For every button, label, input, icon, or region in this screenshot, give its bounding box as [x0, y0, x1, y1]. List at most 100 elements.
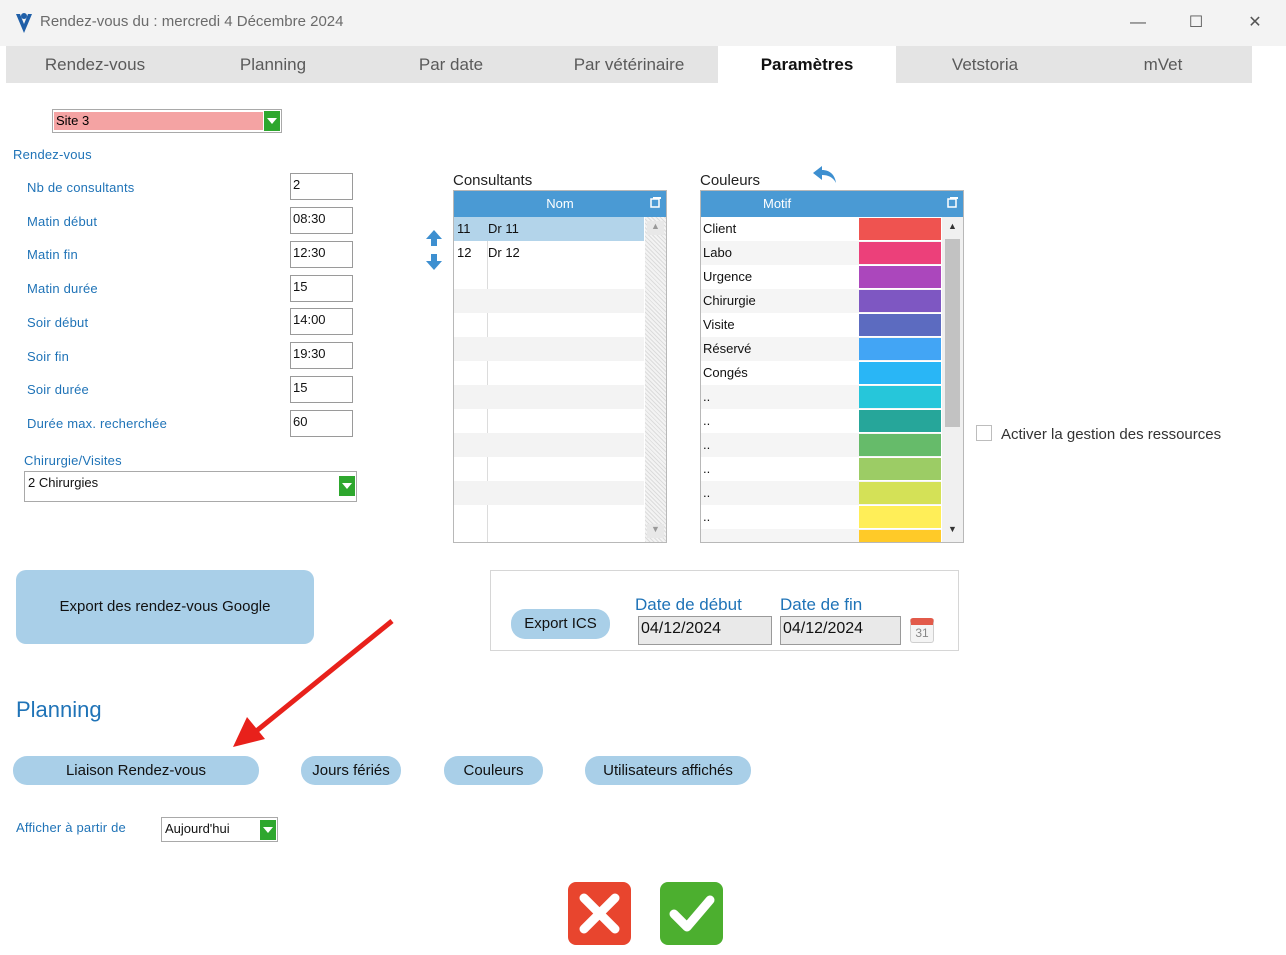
afficher-select[interactable]: Aujourd'hui: [161, 817, 278, 842]
color-swatch[interactable]: [859, 338, 941, 360]
date-fin-input[interactable]: 04/12/2024: [780, 616, 901, 645]
duree-max-label: Durée max. recherchée: [27, 416, 168, 431]
motif-label: Urgence: [703, 269, 753, 284]
jours-feries-button[interactable]: Jours fériés: [301, 756, 401, 785]
couleurs-scrollbar[interactable]: ▲ ▼: [942, 217, 963, 542]
scroll-down-icon[interactable]: ▼: [647, 524, 664, 538]
move-down-icon[interactable]: [424, 252, 444, 277]
tab-par-date[interactable]: Par date: [362, 46, 540, 83]
rendez-vous-section-label: Rendez-vous: [13, 147, 92, 162]
chevron-down-icon[interactable]: [260, 820, 276, 840]
list-item[interactable]: Urgence: [701, 265, 941, 289]
motif-label: Réservé: [703, 341, 752, 356]
ressources-checkbox[interactable]: [976, 425, 992, 441]
color-swatch[interactable]: [859, 242, 941, 264]
list-item[interactable]: Réservé: [701, 337, 941, 361]
motif-label: Chirurgie: [703, 293, 756, 308]
motif-label: Visite: [703, 317, 735, 332]
list-item[interactable]: [701, 529, 941, 542]
color-swatch[interactable]: [859, 386, 941, 408]
planning-section-title: Planning: [16, 697, 102, 722]
chevron-down-icon[interactable]: [339, 476, 355, 496]
motif-label: ..: [703, 389, 711, 404]
motif-column-header[interactable]: Motif: [763, 191, 791, 217]
tab-mvet[interactable]: mVet: [1074, 46, 1252, 83]
chirurgie-select[interactable]: 2 Chirurgies: [24, 471, 357, 502]
list-item[interactable]: ..: [701, 457, 941, 481]
afficher-value: Aujourd'hui: [165, 821, 230, 836]
tab-rendez-vous[interactable]: Rendez-vous: [6, 46, 184, 83]
list-item[interactable]: ..: [701, 481, 941, 505]
motif-label: ..: [703, 485, 711, 500]
color-swatch[interactable]: [859, 506, 941, 528]
minimize-button[interactable]: —: [1123, 10, 1153, 36]
scroll-up-icon[interactable]: ▲: [944, 221, 961, 235]
list-item[interactable]: Chirurgie: [701, 289, 941, 313]
soir-duree-input[interactable]: 15: [290, 376, 353, 403]
date-fin-label: Date de fin: [780, 595, 863, 614]
cancel-button[interactable]: [568, 882, 631, 945]
duree-max-input[interactable]: 60: [290, 410, 353, 437]
tab-parametres[interactable]: Paramètres: [718, 46, 896, 83]
color-swatch[interactable]: [859, 458, 941, 480]
matin-duree-input[interactable]: 15: [290, 275, 353, 302]
undo-icon[interactable]: [811, 163, 839, 190]
nb-consultants-label: Nb de consultants: [27, 180, 135, 195]
date-debut-label: Date de début: [635, 595, 742, 614]
ok-button[interactable]: [660, 882, 723, 945]
couleurs-title: Couleurs: [700, 172, 761, 189]
nb-consultants-input[interactable]: 2: [290, 173, 353, 200]
matin-debut-input[interactable]: 08:30: [290, 207, 353, 234]
close-window-button[interactable]: ✕: [1240, 10, 1270, 36]
color-swatch[interactable]: [859, 218, 941, 240]
list-item[interactable]: Visite: [701, 313, 941, 337]
utilisateurs-affiches-button[interactable]: Utilisateurs affichés: [585, 756, 751, 785]
liaison-rendez-vous-button[interactable]: Liaison Rendez-vous: [13, 756, 259, 785]
color-swatch[interactable]: [859, 314, 941, 336]
empty-row: [454, 337, 644, 361]
list-item[interactable]: ..: [701, 505, 941, 529]
nom-column-header[interactable]: Nom: [546, 196, 573, 211]
scroll-thumb[interactable]: [945, 239, 960, 427]
matin-fin-input[interactable]: 12:30: [290, 241, 353, 268]
soir-fin-input[interactable]: 19:30: [290, 342, 353, 369]
tab-vetstoria[interactable]: Vetstoria: [896, 46, 1074, 83]
color-swatch[interactable]: [859, 434, 941, 456]
maximize-button[interactable]: ☐: [1181, 10, 1211, 36]
consultants-scrollbar[interactable]: ▲ ▼: [645, 217, 666, 542]
scroll-down-icon[interactable]: ▼: [944, 524, 961, 538]
motif-label: Client: [703, 221, 737, 236]
scroll-up-icon[interactable]: ▲: [647, 221, 664, 235]
consultants-title: Consultants: [453, 172, 533, 189]
list-item[interactable]: ..: [701, 385, 941, 409]
soir-fin-label: Soir fin: [27, 349, 70, 364]
grid-menu-icon[interactable]: [650, 195, 662, 208]
color-swatch[interactable]: [859, 482, 941, 504]
export-ics-button[interactable]: Export ICS: [511, 609, 610, 639]
color-swatch[interactable]: [859, 362, 941, 384]
tab-par-veterinaire[interactable]: Par vétérinaire: [540, 46, 718, 83]
list-item[interactable]: ..: [701, 433, 941, 457]
couleurs-button[interactable]: Couleurs: [444, 756, 543, 785]
table-row[interactable]: 11 Dr 11: [454, 217, 644, 241]
site-select[interactable]: Site 3: [52, 109, 282, 133]
color-swatch[interactable]: [859, 266, 941, 288]
matin-debut-label: Matin début: [27, 214, 98, 229]
consultant-id: 12: [457, 245, 472, 260]
date-debut-input[interactable]: 04/12/2024: [638, 616, 772, 645]
list-item[interactable]: Labo: [701, 241, 941, 265]
tab-planning[interactable]: Planning: [184, 46, 362, 83]
list-item[interactable]: Client: [701, 217, 941, 241]
chevron-down-icon[interactable]: [264, 111, 280, 131]
move-up-icon[interactable]: [424, 228, 444, 253]
grid-menu-icon[interactable]: [947, 195, 959, 208]
color-swatch[interactable]: [859, 530, 941, 542]
soir-debut-input[interactable]: 14:00: [290, 308, 353, 335]
table-row[interactable]: 12 Dr 12: [454, 241, 644, 265]
list-item[interactable]: Congés: [701, 361, 941, 385]
color-swatch[interactable]: [859, 410, 941, 432]
list-item[interactable]: ..: [701, 409, 941, 433]
empty-row: [454, 433, 644, 457]
color-swatch[interactable]: [859, 290, 941, 312]
calendar-icon[interactable]: 31: [910, 618, 934, 643]
